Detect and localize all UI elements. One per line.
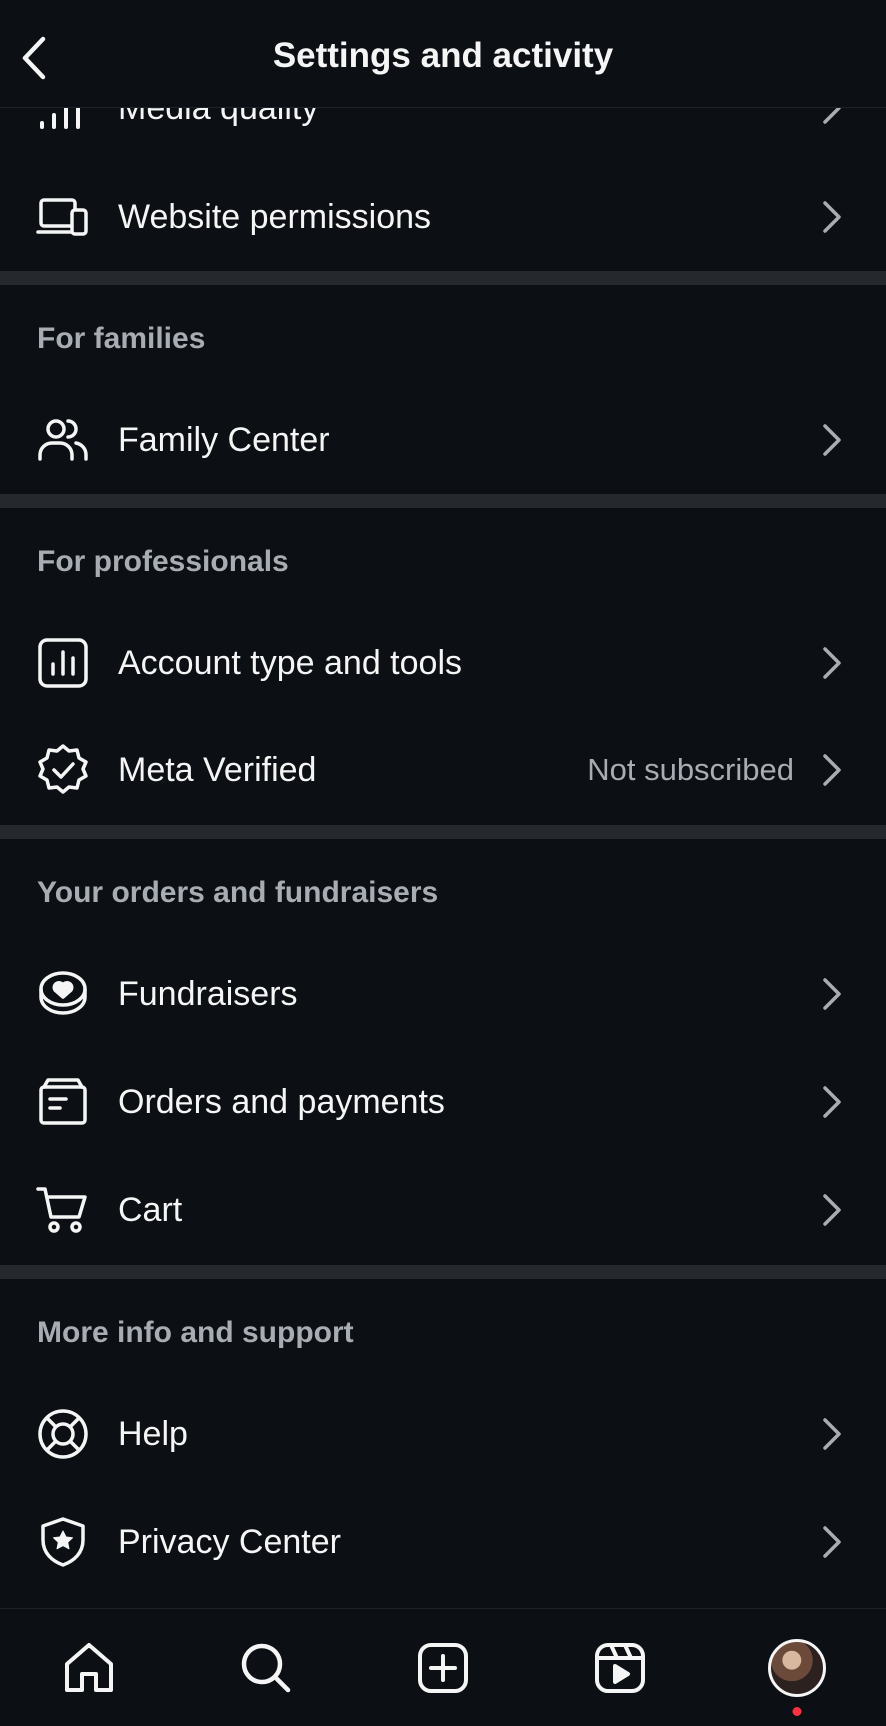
subscription-status: Not subscribed <box>587 752 794 787</box>
devices-icon <box>36 190 90 244</box>
row-privacy-center[interactable]: Privacy Center <box>0 1492 886 1592</box>
row-label: Cart <box>118 1190 183 1229</box>
chevron-right-icon <box>818 974 846 1014</box>
section-title-professionals: For professionals <box>37 545 289 578</box>
chevron-right-icon <box>818 197 846 237</box>
row-label: Website permissions <box>118 197 432 236</box>
lifebuoy-icon <box>36 1407 90 1461</box>
row-help[interactable]: Help <box>0 1384 886 1484</box>
row-fundraisers[interactable]: Fundraisers <box>0 944 886 1044</box>
row-label: Account type and tools <box>118 643 463 682</box>
row-family-center[interactable]: Family Center <box>0 390 886 490</box>
chevron-right-icon <box>818 1414 846 1454</box>
section-title-support: More info and support <box>37 1316 354 1349</box>
chevron-right-icon <box>818 1082 846 1122</box>
row-account-type-tools[interactable]: Account type and tools <box>0 613 886 713</box>
nav-profile[interactable] <box>757 1628 837 1716</box>
insights-chart-icon <box>36 636 90 690</box>
chevron-right-icon <box>818 1522 846 1562</box>
row-website-permissions[interactable]: Website permissions <box>0 167 886 267</box>
section-title-orders: Your orders and fundraisers <box>37 876 439 909</box>
nav-home[interactable] <box>49 1628 129 1708</box>
chevron-right-icon <box>818 1190 846 1230</box>
verified-badge-icon <box>36 743 90 797</box>
row-cart[interactable]: Cart <box>0 1160 886 1260</box>
row-label: Privacy Center <box>118 1522 341 1561</box>
search-icon <box>241 1643 291 1692</box>
fundraiser-heart-coin-icon <box>36 967 90 1021</box>
notification-dot <box>792 1706 802 1716</box>
top-bar: Settings and activity <box>0 0 886 108</box>
home-icon <box>64 1642 113 1692</box>
shield-star-icon <box>36 1515 90 1569</box>
receipt-box-icon <box>36 1075 90 1129</box>
section-divider <box>0 1265 886 1279</box>
row-meta-verified[interactable]: Meta Verified Not subscribed <box>0 720 886 820</box>
settings-screen: Media quality Website permissions For fa… <box>0 0 886 1726</box>
row-orders-payments[interactable]: Orders and payments <box>0 1052 886 1152</box>
row-label: Family Center <box>118 420 330 459</box>
chevron-right-icon <box>818 750 846 790</box>
row-label: Fundraisers <box>118 974 298 1013</box>
section-divider <box>0 271 886 285</box>
row-label: Orders and payments <box>118 1082 445 1121</box>
nav-create[interactable] <box>403 1628 483 1708</box>
nav-search[interactable] <box>226 1628 306 1708</box>
chevron-right-icon <box>818 420 846 460</box>
bottom-nav <box>0 1608 886 1726</box>
nav-reels[interactable] <box>580 1628 660 1708</box>
page-title: Settings and activity <box>272 36 614 75</box>
section-divider <box>0 825 886 839</box>
section-divider <box>0 494 886 508</box>
row-label: Meta Verified <box>118 750 317 789</box>
reels-icon <box>595 1642 646 1693</box>
section-title-families: For families <box>37 322 206 355</box>
row-label: Help <box>118 1414 188 1453</box>
create-icon <box>417 1642 468 1693</box>
cart-icon <box>36 1183 90 1237</box>
family-icon <box>36 413 90 467</box>
chevron-right-icon <box>818 643 846 683</box>
avatar <box>768 1638 827 1697</box>
